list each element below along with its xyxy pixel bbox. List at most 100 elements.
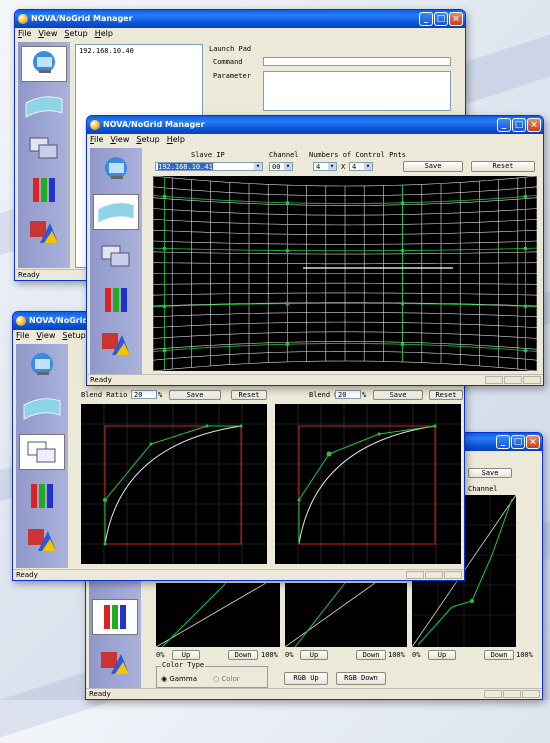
- menu-file[interactable]: File: [18, 28, 31, 40]
- menu-help[interactable]: Help: [167, 134, 185, 146]
- sidebar-item-blend[interactable]: [21, 130, 67, 166]
- sidebar-item-color[interactable]: [92, 645, 138, 681]
- control-point-handle[interactable]: [285, 342, 290, 347]
- control-point-handle[interactable]: [285, 200, 290, 205]
- menu-file[interactable]: File: [90, 134, 103, 146]
- sidebar-item-launch[interactable]: [21, 46, 67, 82]
- window-titlebar[interactable]: NOVA/NoGrid Manager _ □ ×: [87, 116, 543, 134]
- menu-bar: File View Setup Help: [87, 134, 543, 146]
- minimize-button[interactable]: _: [419, 12, 433, 26]
- gamma-max-label: 100%: [516, 651, 533, 659]
- sidebar-item-gamma[interactable]: [21, 172, 67, 208]
- rgb-up-button[interactable]: RGB Up: [284, 672, 328, 685]
- gamma-up-button[interactable]: Up: [172, 650, 200, 660]
- menu-setup[interactable]: Setup: [64, 28, 87, 40]
- status-bar: Ready: [87, 374, 543, 385]
- control-point-handle[interactable]: [523, 304, 528, 309]
- gamma-up-button[interactable]: Up: [428, 650, 456, 660]
- sidebar-item-launch[interactable]: [19, 348, 65, 384]
- control-point-handle[interactable]: [400, 301, 405, 306]
- sidebar-item-warp[interactable]: [19, 390, 65, 426]
- menu-file[interactable]: File: [16, 330, 29, 342]
- control-point-handle[interactable]: [162, 304, 167, 309]
- parameter-input[interactable]: [263, 71, 451, 111]
- sidebar-item-gamma[interactable]: [19, 478, 65, 514]
- menu-setup[interactable]: Setup: [136, 134, 159, 146]
- gamma-up-button[interactable]: Up: [300, 650, 328, 660]
- sidebar-item-gamma[interactable]: [93, 282, 139, 318]
- channel-select[interactable]: 00: [269, 162, 293, 171]
- warp-grid-icon: [23, 398, 61, 420]
- gamma-down-button[interactable]: Down: [356, 650, 386, 660]
- close-button[interactable]: ×: [449, 12, 463, 26]
- blend-curve-panel-right[interactable]: [275, 404, 461, 564]
- sidebar-item-launch[interactable]: [93, 152, 139, 188]
- menu-view[interactable]: View: [36, 330, 55, 342]
- blend-ratio-input[interactable]: 20: [335, 390, 361, 399]
- warp-grid-icon: [97, 202, 135, 224]
- monitor-icon: [105, 157, 127, 179]
- control-point-handle[interactable]: [523, 348, 528, 353]
- monitor-icon: [31, 353, 53, 375]
- menu-view[interactable]: View: [38, 28, 57, 40]
- minimize-button[interactable]: _: [496, 435, 510, 449]
- minimize-button[interactable]: _: [497, 118, 511, 132]
- maximize-button[interactable]: □: [512, 118, 526, 132]
- device-list-item[interactable]: 192.168.10.40: [79, 47, 134, 55]
- parameter-label: Parameter: [213, 72, 251, 80]
- sidebar-item-color[interactable]: [21, 214, 67, 250]
- gamma-curve-panel-green[interactable]: [284, 582, 407, 648]
- color-radio[interactable]: ○ Color: [213, 675, 240, 683]
- control-point-handle[interactable]: [523, 246, 528, 251]
- command-input[interactable]: [263, 57, 451, 66]
- slave-ip-select[interactable]: 192.168.10.41: [155, 162, 263, 171]
- blend-reset-button[interactable]: Reset: [429, 390, 463, 400]
- control-point-handle[interactable]: [285, 248, 290, 253]
- control-points-x-select[interactable]: 4: [313, 162, 337, 171]
- gamma-radio[interactable]: ◉ Gamma: [161, 675, 197, 683]
- rgb-down-button[interactable]: RGB Down: [336, 672, 386, 685]
- status-text: Ready: [90, 376, 112, 384]
- control-point-handle[interactable]: [523, 194, 528, 199]
- sidebar-item-warp[interactable]: [21, 88, 67, 124]
- control-point-handle[interactable]: [400, 248, 405, 253]
- menu-help[interactable]: Help: [95, 28, 113, 40]
- maximize-button[interactable]: □: [434, 12, 448, 26]
- blend-save-button[interactable]: Save: [169, 390, 221, 400]
- window-titlebar[interactable]: NOVA/NoGrid Manager _ □ ×: [15, 10, 465, 28]
- sidebar-item-blend[interactable]: [19, 434, 65, 470]
- sidebar-item-color[interactable]: [19, 522, 65, 558]
- warp-save-button[interactable]: Save: [403, 161, 463, 172]
- rgb-bars-icon: [31, 484, 53, 508]
- control-point-handle[interactable]: [285, 301, 290, 306]
- control-points-y-select[interactable]: 4: [349, 162, 373, 171]
- sidebar-item-warp[interactable]: [93, 194, 139, 230]
- blend-curve-panel-left[interactable]: [81, 404, 267, 564]
- menu-view[interactable]: View: [110, 134, 129, 146]
- maximize-button[interactable]: □: [511, 435, 525, 449]
- blend-ratio-input[interactable]: 20: [131, 390, 157, 399]
- control-point-handle[interactable]: [400, 342, 405, 347]
- warp-reset-button[interactable]: Reset: [471, 161, 535, 172]
- sidebar-item-color[interactable]: [93, 326, 139, 362]
- gamma-save-button[interactable]: Save: [468, 468, 512, 478]
- control-points-x-value: 4: [316, 163, 321, 171]
- control-points-separator: X: [341, 163, 346, 171]
- blend-save-button[interactable]: Save: [373, 390, 423, 400]
- close-button[interactable]: ×: [526, 435, 540, 449]
- sidebar-item-blend[interactable]: [93, 238, 139, 274]
- sidebar-item-gamma[interactable]: [92, 599, 138, 635]
- control-point-handle[interactable]: [400, 200, 405, 205]
- menu-setup[interactable]: Setup: [62, 330, 85, 342]
- gamma-down-button[interactable]: Down: [228, 650, 258, 660]
- blend-windows-icon: [27, 441, 56, 463]
- control-point-handle[interactable]: [162, 348, 167, 353]
- blend-reset-button[interactable]: Reset: [231, 390, 267, 400]
- gamma-curve-panel-red[interactable]: [155, 582, 280, 648]
- menu-bar: File View Setup Help: [15, 28, 465, 40]
- control-point-handle[interactable]: [162, 246, 167, 251]
- warp-grid-canvas[interactable]: [152, 175, 538, 372]
- gamma-down-button[interactable]: Down: [484, 650, 514, 660]
- control-point-handle[interactable]: [162, 194, 167, 199]
- close-button[interactable]: ×: [527, 118, 541, 132]
